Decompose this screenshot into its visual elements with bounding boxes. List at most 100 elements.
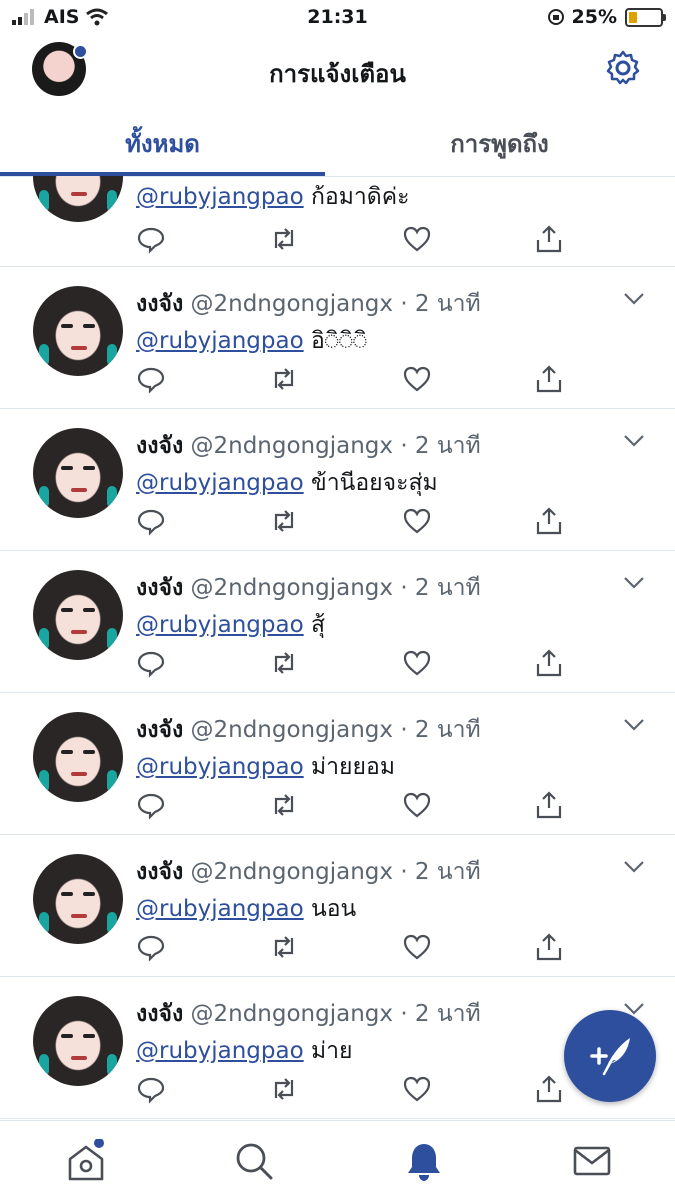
notifications-icon[interactable] xyxy=(402,1139,446,1183)
reply-icon[interactable] xyxy=(136,364,166,394)
reply-icon[interactable] xyxy=(136,506,166,536)
tweet-actions xyxy=(136,506,576,536)
chevron-down-icon[interactable] xyxy=(623,576,645,590)
reply-icon[interactable] xyxy=(136,224,166,254)
tweet-actions xyxy=(136,932,576,962)
share-icon[interactable] xyxy=(534,364,564,394)
reply-icon[interactable] xyxy=(136,648,166,678)
tweet-time: · 2 นาที xyxy=(400,1001,481,1027)
compose-tweet-icon xyxy=(590,1038,630,1076)
like-icon[interactable] xyxy=(402,1074,432,1104)
status-bar: AIS 21:31 25% xyxy=(0,0,675,34)
like-icon[interactable] xyxy=(402,364,432,394)
reply-icon[interactable] xyxy=(136,932,166,962)
author-handle[interactable]: @2ndngongjangx xyxy=(190,717,393,743)
retweet-icon[interactable] xyxy=(269,790,299,820)
page-title: การแจ้งเตือน xyxy=(269,60,406,88)
author-name[interactable]: งงจัง xyxy=(136,291,183,317)
mention-link[interactable]: @rubyjangpao xyxy=(136,612,304,638)
tweet-text: @rubyjangpao อิ◌ิ◌ิ◌ิ xyxy=(136,323,367,359)
share-icon[interactable] xyxy=(534,648,564,678)
tweet-text: @rubyjangpao สุ้ xyxy=(136,607,325,643)
retweet-icon[interactable] xyxy=(269,506,299,536)
avatar[interactable] xyxy=(33,428,123,518)
share-icon[interactable] xyxy=(534,1074,564,1104)
tweet-actions xyxy=(136,224,576,254)
avatar[interactable] xyxy=(33,176,123,222)
share-icon[interactable] xyxy=(534,224,564,254)
tweet-message: ม่ายยอม xyxy=(310,754,395,780)
tweet-item[interactable]: งงจัง @2ndngongjangx · 2 นาที @rubyjangp… xyxy=(0,266,675,409)
tweet-item[interactable]: งงจัง @2ndngongjangx · 2 นาที @rubyjangp… xyxy=(0,692,675,835)
chevron-down-icon[interactable] xyxy=(623,292,645,306)
tweet-header: งงจัง @2ndngongjangx · 2 นาที xyxy=(136,712,481,748)
author-name[interactable]: งงจัง xyxy=(136,433,183,459)
tweet-header: งงจัง @2ndngongjangx · 2 นาที xyxy=(136,854,481,890)
author-name[interactable]: งงจัง xyxy=(136,575,183,601)
author-handle[interactable]: @2ndngongjangx xyxy=(190,575,393,601)
tweet-text: @rubyjangpao ข้านีอยจะสุ่ม xyxy=(136,465,438,501)
avatar[interactable] xyxy=(33,712,123,802)
tweet-actions xyxy=(136,1074,576,1104)
like-icon[interactable] xyxy=(402,506,432,536)
chevron-down-icon[interactable] xyxy=(623,718,645,732)
tweet-time: · 2 นาที xyxy=(400,859,481,885)
tweet-actions xyxy=(136,648,576,678)
tweet-item[interactable]: งงจัง @2ndngongjangx · 2 นาที @rubyjangp… xyxy=(0,408,675,551)
avatar[interactable] xyxy=(33,996,123,1086)
author-handle[interactable]: @2ndngongjangx xyxy=(190,433,393,459)
chevron-down-icon[interactable] xyxy=(623,860,645,874)
share-icon[interactable] xyxy=(534,790,564,820)
author-name[interactable]: งงจัง xyxy=(136,717,183,743)
author-handle[interactable]: @2ndngongjangx xyxy=(190,1001,393,1027)
like-icon[interactable] xyxy=(402,790,432,820)
avatar[interactable] xyxy=(33,570,123,660)
author-handle[interactable]: @2ndngongjangx xyxy=(190,291,393,317)
tweet-text: @rubyjangpao ก้อมาดิค่ะ xyxy=(136,179,409,215)
mention-link[interactable]: @rubyjangpao xyxy=(136,896,304,922)
search-icon[interactable] xyxy=(232,1139,276,1183)
home-icon[interactable] xyxy=(64,1139,108,1183)
mention-link[interactable]: @rubyjangpao xyxy=(136,470,304,496)
reply-icon[interactable] xyxy=(136,1074,166,1104)
share-icon[interactable] xyxy=(534,506,564,536)
tweet-header: งงจัง @2ndngongjangx · 2 นาที xyxy=(136,428,481,464)
mention-link[interactable]: @rubyjangpao xyxy=(136,184,304,210)
tweet-message: ก้อมาดิค่ะ xyxy=(310,184,410,210)
tab-mentions[interactable]: การพูดถึง xyxy=(337,124,662,163)
tweet-header: งงจัง @2ndngongjangx · 2 นาที xyxy=(136,570,481,606)
tweet-item[interactable]: งงจัง @2ndngongjangx · 2 นาที @rubyjangp… xyxy=(0,834,675,977)
tab-all[interactable]: ทั้งหมด xyxy=(0,124,325,163)
notification-feed[interactable]: @rubyjangpao ก้อมาดิค่ะ งงจัง @2ndngongj… xyxy=(0,176,675,1120)
tweet-actions xyxy=(136,364,576,394)
tweet-text: @rubyjangpao ม่าย xyxy=(136,1033,353,1069)
orientation-lock-icon xyxy=(547,9,564,25)
mention-link[interactable]: @rubyjangpao xyxy=(136,754,304,780)
retweet-icon[interactable] xyxy=(269,932,299,962)
tweet-time: · 2 นาที xyxy=(400,575,481,601)
tweet-item[interactable]: งงจัง @2ndngongjangx · 2 นาที @rubyjangp… xyxy=(0,550,675,693)
avatar[interactable] xyxy=(33,854,123,944)
author-name[interactable]: งงจัง xyxy=(136,859,183,885)
avatar[interactable] xyxy=(33,286,123,376)
like-icon[interactable] xyxy=(402,932,432,962)
like-icon[interactable] xyxy=(402,224,432,254)
tweet-time: · 2 นาที xyxy=(400,433,481,459)
retweet-icon[interactable] xyxy=(269,224,299,254)
retweet-icon[interactable] xyxy=(269,1074,299,1104)
retweet-icon[interactable] xyxy=(269,364,299,394)
compose-tweet-button[interactable] xyxy=(564,1010,656,1102)
mention-link[interactable]: @rubyjangpao xyxy=(136,328,304,354)
share-icon[interactable] xyxy=(534,932,564,962)
gear-icon[interactable] xyxy=(603,48,643,88)
like-icon[interactable] xyxy=(402,648,432,678)
reply-icon[interactable] xyxy=(136,790,166,820)
tweet-item[interactable]: @rubyjangpao ก้อมาดิค่ะ xyxy=(0,176,675,267)
author-name[interactable]: งงจัง xyxy=(136,1001,183,1027)
retweet-icon[interactable] xyxy=(269,648,299,678)
mention-link[interactable]: @rubyjangpao xyxy=(136,1038,304,1064)
messages-icon[interactable] xyxy=(570,1139,614,1183)
author-handle[interactable]: @2ndngongjangx xyxy=(190,859,393,885)
tweet-message: อิ◌ิ◌ิ◌ิ xyxy=(310,328,368,354)
chevron-down-icon[interactable] xyxy=(623,434,645,448)
